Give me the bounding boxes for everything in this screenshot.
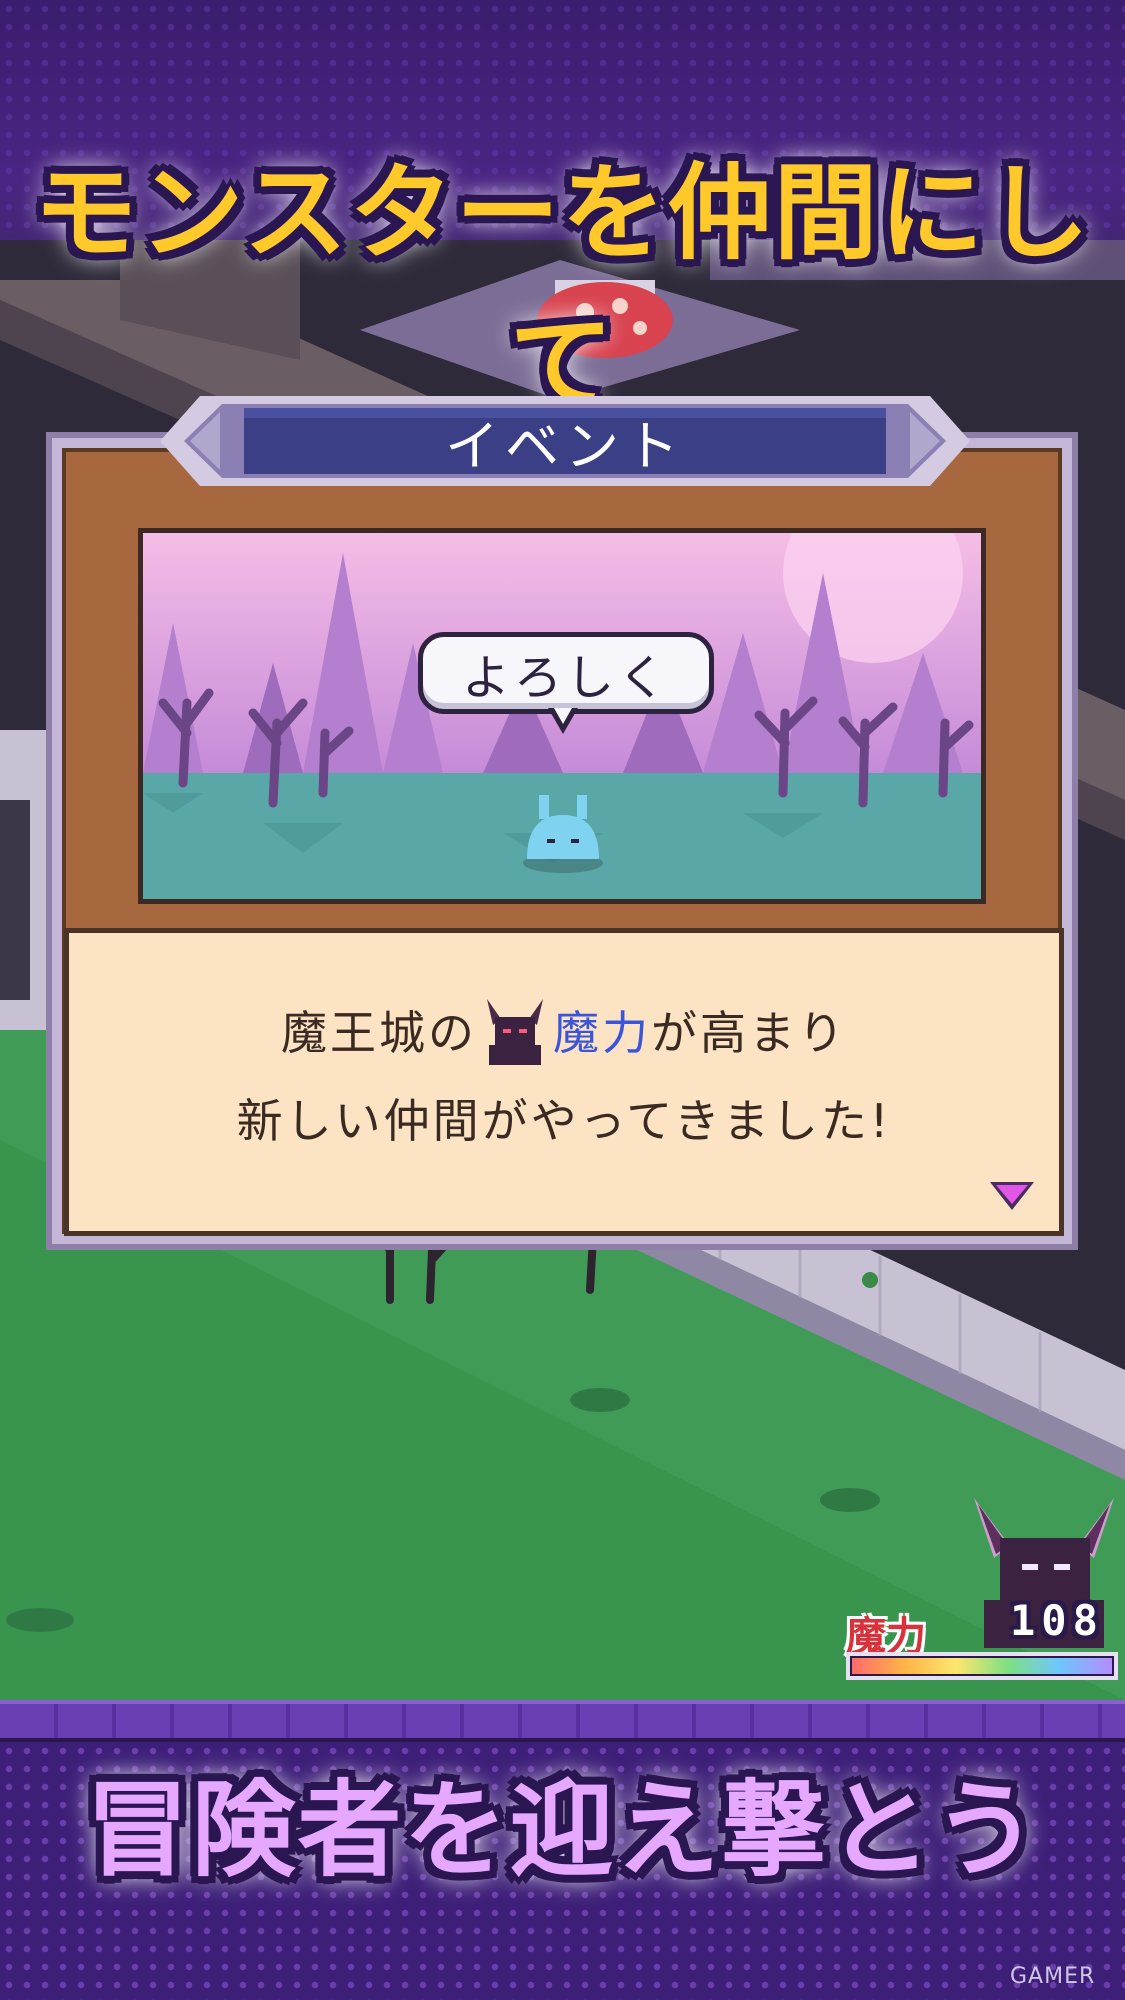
gamer-watermark: GAMER <box>1010 1964 1096 1989</box>
event-title: イベント <box>445 414 685 478</box>
message-suffix: が高まり <box>651 1006 847 1060</box>
magic-power-gauge <box>846 1652 1118 1680</box>
speech-bubble-tail <box>548 708 578 734</box>
message-line-1: 魔王城の 魔力が高まり <box>69 997 1059 1065</box>
headline-bottom: 冒険者を迎え撃とう <box>85 1769 1040 1891</box>
demon-lord-inline-icon <box>483 999 547 1065</box>
magic-power-value: 108 <box>1010 1596 1104 1645</box>
event-message-box: 魔王城の 魔力が高まり 新しい仲間がやってきました! <box>64 928 1064 1236</box>
message-line-2: 新しい仲間がやってきました! <box>236 1094 892 1148</box>
speech-bubble: よろしく <box>418 632 714 714</box>
message-prefix: 魔王城の <box>281 1006 477 1060</box>
triangle-down-icon[interactable] <box>990 1182 1034 1212</box>
magic-power-gauge-fill <box>852 1658 1112 1674</box>
magic-power-highlight: 魔力 <box>553 1006 651 1060</box>
